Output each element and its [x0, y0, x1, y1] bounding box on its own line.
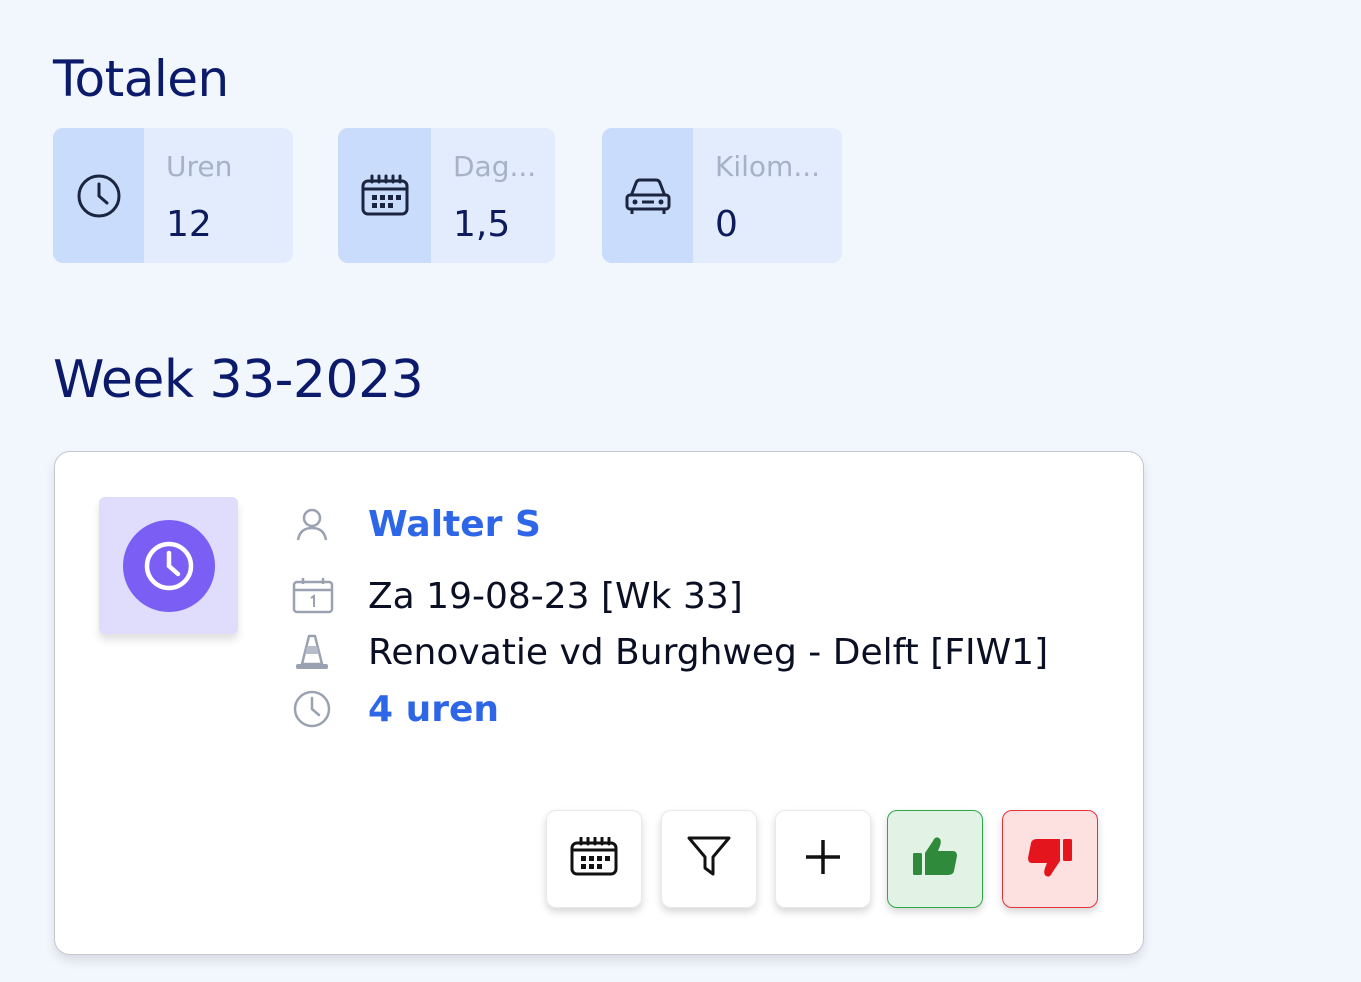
stat-value: 12: [166, 204, 212, 245]
traffic-cone-icon: [292, 632, 334, 672]
clock-icon: [122, 519, 215, 612]
thumbs-down-icon: [1026, 835, 1074, 883]
stat-card-hours: Uren 12: [53, 128, 293, 263]
totals-title: Totalen: [53, 50, 229, 108]
entry-project-row: Renovatie vd Burghweg - Delft [FIW1]: [292, 630, 1048, 674]
filter-icon: [686, 834, 732, 884]
stat-value: 0: [715, 204, 738, 245]
week-title: Week 33-2023: [53, 350, 424, 410]
thumbs-up-icon: [911, 835, 959, 883]
plus-icon: [803, 837, 843, 881]
clock-icon: [53, 128, 144, 263]
calendar-icon: [569, 836, 619, 881]
entry-date: Za 19-08-23 [Wk 33]: [368, 575, 743, 617]
entry-avatar: [99, 497, 238, 634]
approve-button[interactable]: [887, 810, 983, 908]
entry-hours[interactable]: 4 uren: [368, 689, 499, 730]
stat-card-days: Dag... 1,5: [338, 128, 555, 263]
employee-link[interactable]: Walter S: [368, 504, 541, 545]
add-button[interactable]: [775, 810, 871, 908]
stat-value: 1,5: [453, 204, 511, 245]
stat-label: Kilom...: [715, 150, 821, 183]
calendar-button[interactable]: [546, 810, 642, 908]
entry-employee-row: Walter S: [292, 502, 541, 546]
entry-hours-row: 4 uren: [292, 687, 499, 731]
stat-card-kilometers: Kilom... 0: [602, 128, 842, 263]
calendar-icon: [292, 577, 334, 615]
car-icon: [602, 128, 693, 263]
stat-label: Uren: [166, 150, 233, 183]
user-icon: [292, 504, 334, 544]
stat-label: Dag...: [453, 150, 537, 183]
reject-button[interactable]: [1002, 810, 1098, 908]
entry-project: Renovatie vd Burghweg - Delft [FIW1]: [368, 631, 1049, 673]
calendar-icon: [338, 128, 431, 263]
clock-icon: [292, 689, 334, 729]
entry-date-row: Za 19-08-23 [Wk 33]: [292, 574, 743, 618]
filter-button[interactable]: [661, 810, 757, 908]
